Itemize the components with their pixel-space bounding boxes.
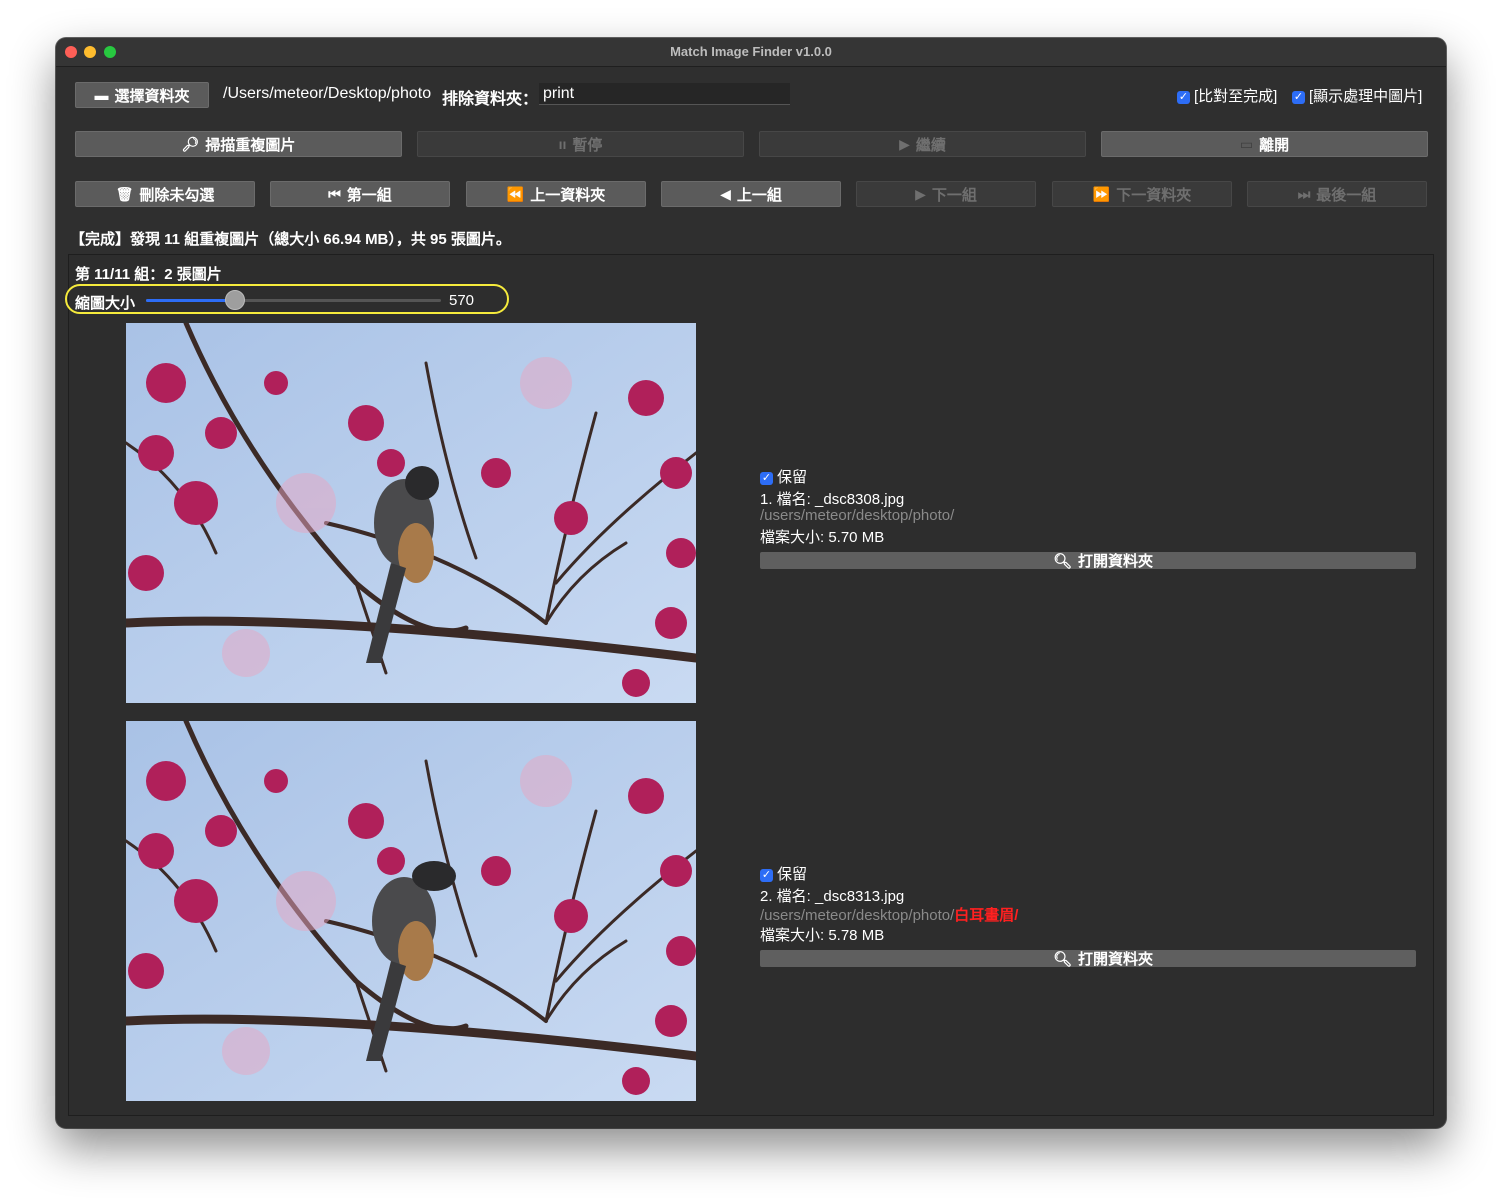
bird-photo-2 — [126, 721, 696, 1101]
play-icon: ▶ — [899, 135, 910, 152]
keep-label-2: 保留 — [777, 866, 808, 883]
pause-icon: ıı — [558, 136, 567, 152]
file-path-1: /users/meteor/desktop/photo/ — [760, 507, 954, 524]
checkbox-checked-icon[interactable]: ✓ — [760, 471, 773, 485]
file-size-1: 檔案大小: 5.70 MB — [760, 529, 885, 546]
show-processing-label: [顯示處理中圖片] — [1309, 88, 1423, 105]
prev-folder-button[interactable]: ⏪ 上一資料夾 — [466, 181, 646, 207]
bird-photo-1 — [126, 323, 696, 703]
prev-group-button[interactable]: ◀ 上一組 — [661, 181, 841, 207]
delete-unchecked-button[interactable]: 🗑︎ 刪除未勾選 — [75, 181, 255, 207]
status-text: 【完成】發現 11 組重複圖片（總大小 66.94 MB），共 95 張圖片。 — [70, 231, 511, 248]
checkbox-checked-icon[interactable]: ✓ — [760, 868, 773, 882]
last-group-label: 最後一組 — [1316, 186, 1377, 204]
checkbox-checked-icon[interactable]: ✓ — [1292, 90, 1305, 104]
trash-icon: 🗑︎ — [115, 185, 134, 202]
file-path-2-subfolder: 白耳畫眉/ — [954, 907, 1019, 924]
exit-icon: ▭ — [1239, 135, 1254, 152]
window-title: Match Image Finder v1.0.0 — [670, 44, 832, 59]
keep-checkbox-1[interactable]: ✓ 保留 — [760, 466, 807, 487]
fast-forward-icon: ⏩ — [1092, 185, 1111, 202]
quit-button[interactable]: ▭ 離開 — [1101, 131, 1428, 157]
scan-label: 掃描重複圖片 — [205, 136, 296, 154]
skip-last-icon: ⏭ — [1297, 185, 1311, 202]
show-processing-option[interactable]: ✓ [顯示處理中圖片] — [1292, 85, 1422, 106]
next-group-button[interactable]: ▶ 下一組 — [856, 181, 1036, 207]
folder-path: /Users/meteor/Desktop/photo — [223, 85, 432, 102]
resume-button[interactable]: ▶ 繼續 — [759, 131, 1086, 157]
pause-button[interactable]: ıı 暫停 — [417, 131, 744, 157]
magnifier-icon: 🔍︎ — [1052, 552, 1073, 570]
file-name-1: 1. 檔名: _dsc8308.jpg — [760, 491, 905, 508]
checkbox-checked-icon[interactable]: ✓ — [1177, 90, 1190, 104]
prev-folder-label: 上一資料夾 — [530, 186, 606, 204]
next-folder-button[interactable]: ⏩ 下一資料夾 — [1052, 181, 1232, 207]
skip-first-icon: ⏮ — [328, 185, 341, 202]
file-size-2: 檔案大小: 5.78 MB — [760, 927, 885, 944]
open-folder-label-2: 打開資料夾 — [1078, 951, 1154, 968]
triangle-left-icon: ◀ — [720, 185, 731, 202]
rewind-icon: ⏪ — [506, 185, 525, 202]
thumbnail-size-fill — [146, 299, 235, 302]
compare-done-option[interactable]: ✓ [比對至完成] — [1177, 85, 1277, 106]
exclude-folder-label: 排除資料夾： — [442, 91, 539, 108]
next-group-label: 下一組 — [931, 186, 977, 204]
choose-folder-label: 選擇資料夾 — [114, 87, 190, 105]
title-bar: Match Image Finder v1.0.0 — [56, 38, 1446, 67]
magnifier-icon: 🔎︎ — [181, 135, 200, 152]
next-folder-label: 下一資料夾 — [1116, 186, 1192, 204]
thumbnail-size-knob[interactable] — [224, 290, 245, 310]
app-window: Match Image Finder v1.0.0 ▬ 選擇資料夾 /Users… — [56, 38, 1446, 1128]
thumbnail-image-2[interactable] — [126, 721, 696, 1101]
thumbnail-size-value: 570 — [449, 292, 475, 309]
exclude-folder-input[interactable] — [539, 83, 790, 105]
minimize-window-button[interactable] — [84, 46, 96, 58]
file-name-2: 2. 檔名: _dsc8313.jpg — [760, 888, 905, 905]
group-header: 第 11/11 組：2 張圖片 — [75, 266, 222, 283]
open-folder-button-1[interactable]: 🔍︎ 打開資料夾 — [760, 552, 1416, 570]
resume-label: 繼續 — [915, 136, 946, 154]
zoom-window-button[interactable] — [104, 46, 116, 58]
last-group-button[interactable]: ⏭ 最後一組 — [1247, 181, 1427, 207]
keep-checkbox-2[interactable]: ✓ 保留 — [760, 863, 807, 884]
compare-done-label: [比對至完成] — [1194, 88, 1278, 105]
keep-label-1: 保留 — [777, 469, 808, 486]
file-path-2: /users/meteor/desktop/photo/白耳畫眉/ — [760, 904, 1018, 925]
magnifier-icon: 🔍︎ — [1052, 950, 1073, 968]
open-folder-button-2[interactable]: 🔍︎ 打開資料夾 — [760, 950, 1416, 968]
scan-duplicates-button[interactable]: 🔎︎ 掃描重複圖片 — [75, 131, 402, 157]
choose-folder-button[interactable]: ▬ 選擇資料夾 — [75, 82, 209, 108]
open-folder-label-1: 打開資料夾 — [1078, 553, 1154, 570]
quit-label: 離開 — [1259, 136, 1290, 154]
file-path-1-base: /users/meteor/desktop/photo/ — [760, 507, 955, 524]
triangle-right-icon: ▶ — [915, 185, 926, 202]
prev-group-label: 上一組 — [736, 186, 782, 204]
first-group-button[interactable]: ⏮ 第一組 — [270, 181, 450, 207]
pause-label: 暫停 — [572, 136, 603, 154]
delete-unchecked-label: 刪除未勾選 — [139, 186, 215, 204]
thumbnail-size-label: 縮圖大小 — [75, 295, 136, 312]
first-group-label: 第一組 — [346, 186, 392, 204]
thumbnail-image-1[interactable] — [126, 323, 696, 703]
file-path-2-base: /users/meteor/desktop/photo/ — [760, 907, 955, 924]
folder-icon: ▬ — [94, 87, 109, 103]
close-window-button[interactable] — [65, 46, 77, 58]
